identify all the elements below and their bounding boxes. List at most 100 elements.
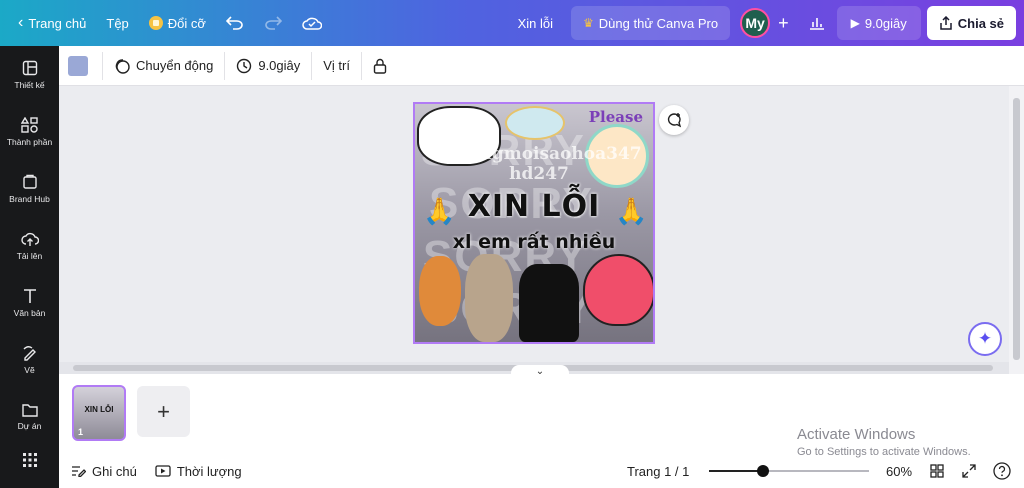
bar-chart-icon — [809, 18, 824, 30]
play-icon: ▶ — [850, 16, 860, 30]
cat-sticker[interactable] — [465, 254, 513, 342]
cloud-check-icon — [302, 17, 322, 30]
zoom-level[interactable]: 60% — [877, 464, 921, 479]
crown-icon — [148, 16, 163, 30]
comment-plus-icon — [667, 113, 682, 128]
page-indicator[interactable]: Trang 1 / 1 — [618, 464, 698, 479]
add-comment-button[interactable] — [659, 105, 689, 135]
context-toolbar: Chuyển động 9.0giây Vị trí — [59, 46, 1024, 86]
add-page-button[interactable]: + — [137, 386, 190, 437]
bottom-bar: Ghi chú Thời lượng Trang 1 / 1 60% — [59, 454, 1024, 488]
sidebar-item-brand-hub[interactable]: Brand Hub — [0, 160, 59, 217]
position-button[interactable]: Vị trí — [311, 51, 361, 80]
sidebar-item-label: Thiết kế — [14, 79, 45, 90]
magic-assistant-button[interactable]: ✦ — [968, 322, 1002, 356]
upload-cloud-icon — [20, 232, 39, 246]
animate-label: Chuyển động — [136, 58, 214, 73]
draw-icon — [23, 345, 36, 361]
present-label: 9.0giây — [864, 15, 907, 31]
brand-icon — [22, 174, 37, 189]
plus-icon: + — [778, 12, 789, 33]
activation-title: Activate Windows — [797, 426, 916, 443]
help-button[interactable] — [984, 462, 1020, 480]
apps-grid-icon — [22, 453, 37, 467]
text-icon — [23, 288, 36, 303]
windows-activation-overlay: Activate Windows Go to Settings to activ… — [797, 426, 971, 458]
girl-bun-sticker[interactable] — [419, 256, 461, 326]
invite-button[interactable]: + — [770, 6, 797, 40]
vertical-scrollbar[interactable] — [1009, 86, 1024, 374]
zoom-label: 60% — [886, 463, 913, 479]
folder-icon — [21, 403, 38, 417]
scrollbar-thumb[interactable] — [1013, 98, 1020, 360]
notes-icon — [72, 466, 86, 477]
fullscreen-button[interactable] — [953, 464, 985, 478]
position-label: Vị trí — [323, 58, 350, 73]
sidebar-item-draw[interactable]: Vẽ — [0, 331, 59, 388]
sidebar-item-apps[interactable] — [0, 445, 59, 475]
sidebar-item-elements[interactable]: Thành phần — [0, 103, 59, 160]
file-label: Tệp — [106, 15, 129, 31]
home-button[interactable]: ‹ Trang chủ — [8, 6, 96, 40]
crown-icon: ♛ — [583, 16, 594, 30]
play-box-icon — [155, 465, 171, 477]
design-subtitle[interactable]: xl em rất nhiều — [415, 231, 653, 253]
background-color-swatch[interactable] — [68, 55, 88, 76]
sidebar-item-uploads[interactable]: Tải lên — [0, 217, 59, 274]
zoom-slider[interactable] — [709, 465, 869, 477]
resize-label: Đổi cỡ — [167, 15, 206, 31]
sidebar-item-design[interactable]: Thiết kế — [0, 46, 59, 103]
grid-view-button[interactable] — [921, 464, 953, 478]
layout-icon — [22, 60, 37, 75]
doc-title-label: Xin lỗi — [517, 15, 554, 31]
trial-button[interactable]: ♛ Dùng thử Canva Pro — [571, 6, 731, 40]
please-sticker-text: Please — [588, 108, 643, 126]
clock-icon — [237, 58, 252, 73]
sidebar-item-projects[interactable]: Dự án — [0, 388, 59, 445]
page-number: 1 — [78, 427, 84, 437]
zoom-slider-knob[interactable] — [757, 465, 769, 477]
help-icon — [993, 462, 1011, 480]
avatar[interactable]: My — [740, 8, 771, 38]
sidebar-item-label: Dự án — [17, 420, 42, 431]
undo-icon — [225, 16, 243, 30]
design-page[interactable]: SORRY SORRY SORRY SORRY Please @Dongmois… — [413, 102, 655, 344]
sidebar-item-label: Tải lên — [16, 250, 43, 261]
zoom-slider-fill — [709, 470, 763, 472]
heart-sticker[interactable] — [583, 254, 653, 326]
activation-subtitle: Go to Settings to activate Windows. — [797, 446, 971, 458]
redo-button[interactable] — [254, 6, 292, 40]
timing-button[interactable]: Thời lượng — [146, 464, 251, 479]
watermark-text: @Dongmoisaohoa347 hd247 — [436, 144, 642, 184]
save-status-button[interactable] — [292, 6, 332, 40]
doc-title[interactable]: Xin lỗi — [508, 6, 563, 40]
bow-sticker[interactable] — [519, 264, 579, 342]
thumbnail-title: XIN LỖI — [84, 405, 114, 414]
plus-icon: + — [157, 398, 170, 424]
pray-emoji-right: 🙏 — [615, 196, 648, 226]
sidebar-item-label: Brand Hub — [9, 193, 50, 204]
notes-label: Ghi chú — [92, 463, 137, 479]
animate-button[interactable]: Chuyển động — [102, 51, 224, 80]
file-menu[interactable]: Tệp — [96, 6, 138, 40]
duration-label: 9.0giây — [258, 58, 301, 73]
sidebar-item-text[interactable]: Văn bản — [0, 274, 59, 331]
sidebar-item-label: Văn bản — [13, 307, 46, 318]
undo-button[interactable] — [216, 6, 254, 40]
duration-button[interactable]: 9.0giây — [224, 51, 311, 80]
badge-sticker[interactable] — [505, 106, 565, 140]
resize-button[interactable]: Đổi cỡ — [139, 6, 216, 40]
page-thumbnail[interactable]: XIN LỖI 1 — [72, 385, 126, 441]
sidebar-item-label: Vẽ — [24, 364, 35, 375]
present-button[interactable]: ▶ 9.0giây — [836, 6, 921, 40]
elements-icon — [20, 116, 38, 133]
top-bar: ‹ Trang chủ Tệp Đổi cỡ Xin lỗi ♛ Dùng th… — [0, 0, 1024, 46]
pray-emoji-left: 🙏 — [423, 196, 456, 226]
home-label: Trang chủ — [28, 15, 87, 31]
lock-button[interactable] — [361, 51, 398, 80]
timing-label: Thời lượng — [176, 463, 242, 479]
share-button[interactable]: Chia sẻ — [926, 6, 1016, 40]
animate-icon — [115, 58, 130, 74]
insights-button[interactable] — [797, 6, 837, 40]
notes-button[interactable]: Ghi chú — [62, 464, 146, 479]
